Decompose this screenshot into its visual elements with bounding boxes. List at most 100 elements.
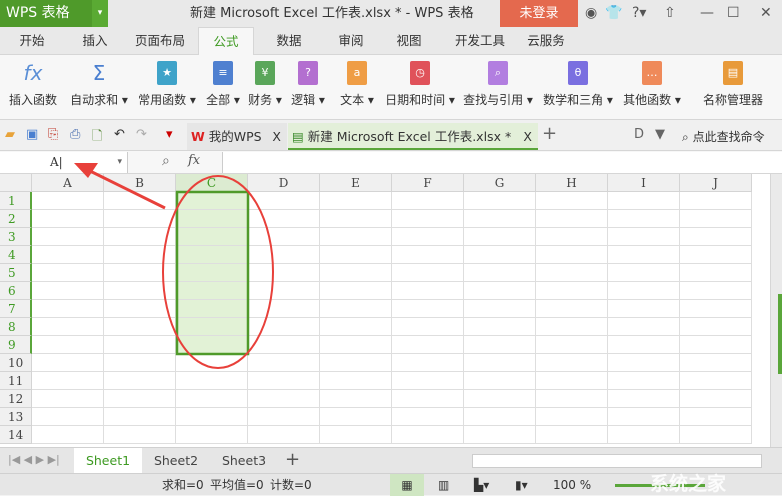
cell-D3[interactable] [248, 228, 320, 246]
insert-function-icon[interactable]: fx [188, 153, 200, 168]
cell-B13[interactable] [104, 408, 176, 426]
cell-B8[interactable] [104, 318, 176, 336]
cell-G4[interactable] [464, 246, 536, 264]
cell-I1[interactable] [608, 192, 680, 210]
cell-J14[interactable] [680, 426, 752, 444]
cell-I5[interactable] [608, 264, 680, 282]
cell-B2[interactable] [104, 210, 176, 228]
ribbon-button-11[interactable]: ▤ 名称管理器 [700, 61, 766, 108]
cell-I11[interactable] [608, 372, 680, 390]
cell-E1[interactable] [320, 192, 392, 210]
cell-J9[interactable] [680, 336, 752, 354]
add-sheet-icon[interactable]: + [285, 449, 300, 470]
horizontal-scrollbar[interactable] [472, 454, 762, 468]
cell-I2[interactable] [608, 210, 680, 228]
row-header[interactable]: 10 [0, 354, 32, 372]
cell-G7[interactable] [464, 300, 536, 318]
ribbon-button-8[interactable]: ⌕ 查找与引用 ▾ [460, 61, 536, 108]
column-header[interactable]: E [320, 174, 392, 192]
row-header[interactable]: 4 [0, 246, 32, 264]
cell-H4[interactable] [536, 246, 608, 264]
ribbon-button-2[interactable]: ★ 常用函数 ▾ [136, 61, 198, 108]
ribbon-button-6[interactable]: a 文本 ▾ [336, 61, 378, 108]
cell-E5[interactable] [320, 264, 392, 282]
cell-A13[interactable] [32, 408, 104, 426]
cell-E10[interactable] [320, 354, 392, 372]
cell-I12[interactable] [608, 390, 680, 408]
row-header[interactable]: 7 [0, 300, 32, 318]
new-tab-icon[interactable]: + [542, 123, 557, 144]
help-icon[interactable]: ?▾ [632, 0, 646, 27]
cell-G2[interactable] [464, 210, 536, 228]
cell-G8[interactable] [464, 318, 536, 336]
column-header[interactable]: H [536, 174, 608, 192]
cell-H13[interactable] [536, 408, 608, 426]
cell-A10[interactable] [32, 354, 104, 372]
ribbon-button-7[interactable]: ◷ 日期和时间 ▾ [382, 61, 458, 108]
cell-D1[interactable] [248, 192, 320, 210]
open-icon[interactable]: ▰ [5, 127, 15, 142]
save-icon[interactable]: ▣ [26, 127, 38, 142]
ribbon-button-9[interactable]: θ 数学和三角 ▾ [540, 61, 616, 108]
cell-B6[interactable] [104, 282, 176, 300]
row-header[interactable]: 8 [0, 318, 32, 336]
column-header[interactable]: I [608, 174, 680, 192]
ribbon-button-0[interactable]: fx 插入函数 [4, 61, 62, 108]
cell-A7[interactable] [32, 300, 104, 318]
cell-C10[interactable] [176, 354, 248, 372]
cell-B11[interactable] [104, 372, 176, 390]
formula-input[interactable] [222, 152, 782, 173]
column-header[interactable]: B [104, 174, 176, 192]
cell-B10[interactable] [104, 354, 176, 372]
sheet-nav-icons[interactable]: |◀ ◀ ▶ ▶| [8, 453, 60, 466]
tab-5[interactable]: 审阅 [334, 27, 368, 55]
vertical-scrollbar[interactable] [770, 174, 782, 447]
cell-F3[interactable] [392, 228, 464, 246]
cell-H7[interactable] [536, 300, 608, 318]
pin-icon[interactable]: ⇧ [664, 0, 676, 27]
cell-A12[interactable] [32, 390, 104, 408]
print-preview-icon[interactable]: 🗋 [92, 127, 102, 149]
cell-I14[interactable] [608, 426, 680, 444]
cell-J6[interactable] [680, 282, 752, 300]
maximize-icon[interactable]: ☐ [727, 0, 740, 27]
eye-protect-icon[interactable]: ▮▾ [515, 474, 528, 496]
normal-view-icon[interactable]: ▦ [390, 474, 424, 496]
cell-A14[interactable] [32, 426, 104, 444]
column-header[interactable]: J [680, 174, 752, 192]
cell-J5[interactable] [680, 264, 752, 282]
column-header[interactable]: G [464, 174, 536, 192]
column-header[interactable]: F [392, 174, 464, 192]
cell-E8[interactable] [320, 318, 392, 336]
cell-E3[interactable] [320, 228, 392, 246]
cell-C12[interactable] [176, 390, 248, 408]
cell-F12[interactable] [392, 390, 464, 408]
name-box[interactable]: A| ▾ [0, 152, 128, 173]
ribbon-button-5[interactable]: ? 逻辑 ▾ [287, 61, 329, 108]
row-header[interactable]: 11 [0, 372, 32, 390]
tab-my-wps[interactable]: W 我的WPS X [187, 123, 287, 150]
cell-A9[interactable] [32, 336, 104, 354]
cell-B1[interactable] [104, 192, 176, 210]
cell-C6[interactable] [176, 282, 248, 300]
row-header[interactable]: 3 [0, 228, 32, 246]
reading-mode-icon[interactable]: ▙▾ [474, 474, 489, 496]
cell-E7[interactable] [320, 300, 392, 318]
cell-H14[interactable] [536, 426, 608, 444]
cell-D14[interactable] [248, 426, 320, 444]
close-tab-icon[interactable]: X [523, 123, 532, 150]
cell-H9[interactable] [536, 336, 608, 354]
row-header[interactable]: 1 [0, 192, 32, 210]
cell-G11[interactable] [464, 372, 536, 390]
close-icon[interactable]: ✕ [760, 0, 772, 27]
cell-G9[interactable] [464, 336, 536, 354]
cell-C9[interactable] [176, 336, 248, 354]
cell-E11[interactable] [320, 372, 392, 390]
cell-A3[interactable] [32, 228, 104, 246]
filter-icon[interactable]: ▼ [655, 127, 665, 142]
cell-D12[interactable] [248, 390, 320, 408]
cell-J12[interactable] [680, 390, 752, 408]
cell-D4[interactable] [248, 246, 320, 264]
cell-G14[interactable] [464, 426, 536, 444]
theme-icon[interactable]: D [634, 127, 644, 142]
